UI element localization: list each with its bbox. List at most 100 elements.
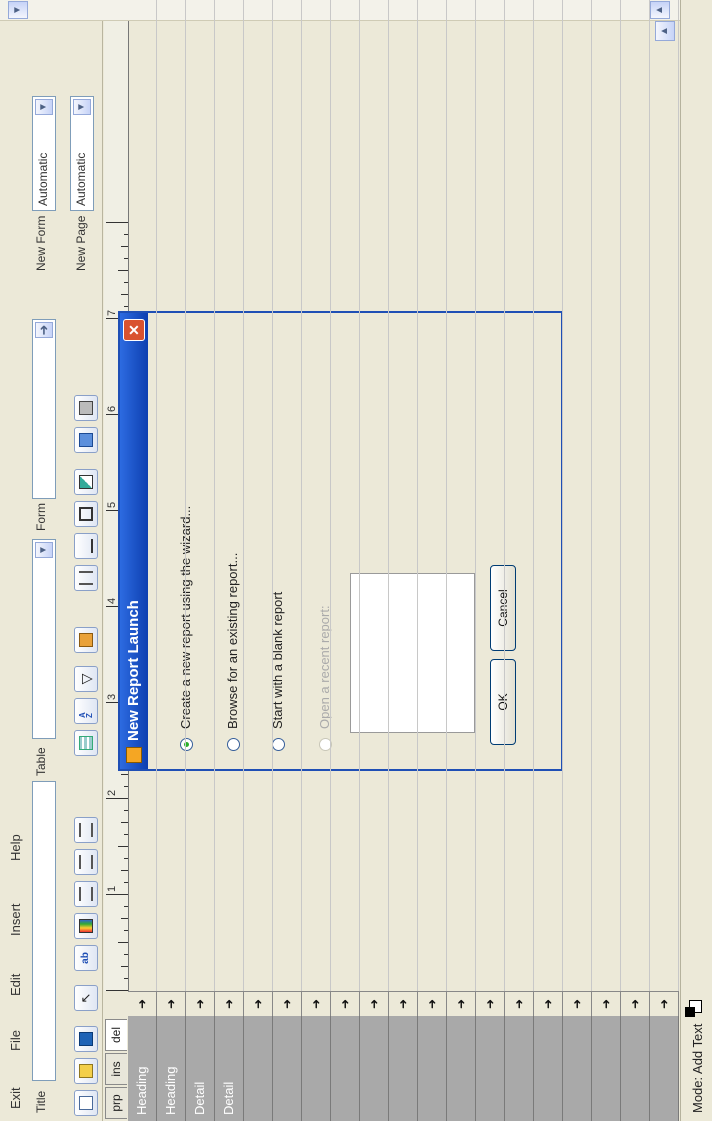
arrow-right-icon[interactable]: ➜	[35, 322, 53, 338]
box-tool-button[interactable]	[74, 501, 98, 527]
menu-insert[interactable]: Insert	[8, 903, 23, 936]
row-arrow-icon[interactable]: ➜	[157, 991, 186, 1016]
properties-button[interactable]	[74, 627, 98, 653]
row-arrow-icon[interactable]: ➜	[621, 991, 650, 1016]
row-arrow-icon[interactable]: ➜	[244, 991, 273, 1016]
row-arrow-icon[interactable]: ➜	[186, 991, 215, 1016]
ruler-tick	[121, 918, 128, 919]
row-arrow-icon[interactable]: ➜	[534, 991, 563, 1016]
text-tool-button[interactable]: ab	[74, 945, 98, 971]
align-icon	[79, 855, 93, 869]
section-cell[interactable]	[389, 1016, 418, 1121]
app-icon	[126, 747, 142, 763]
new-report-button[interactable]	[74, 1090, 98, 1116]
new-page-select[interactable]: Automatic ▼	[70, 96, 94, 211]
list-icon	[79, 571, 93, 585]
menu-file[interactable]: File	[8, 1030, 23, 1051]
tab-del[interactable]: del	[105, 1019, 127, 1051]
row-arrow-icon[interactable]: ➜	[215, 991, 244, 1016]
menu-exit[interactable]: Exit	[8, 1087, 23, 1109]
image-tool-button[interactable]	[74, 469, 98, 495]
section-cell[interactable]	[476, 1016, 505, 1121]
section-cell[interactable]	[360, 1016, 389, 1121]
section-cell[interactable]	[244, 1016, 273, 1121]
line-tool-button[interactable]	[74, 533, 98, 559]
row-arrow-icon[interactable]: ➜	[128, 991, 157, 1016]
form-select[interactable]: ➜	[32, 319, 56, 499]
scroll-down-icon[interactable]: ▼	[8, 1, 28, 19]
row-arrow-icon[interactable]: ➜	[447, 991, 476, 1016]
row-arrow-icon[interactable]: ➜	[418, 991, 447, 1016]
vertical-scrollbar[interactable]	[0, 0, 690, 21]
row-arrow-icon[interactable]: ➜	[331, 991, 360, 1016]
section-cell[interactable]	[447, 1016, 476, 1121]
ok-button[interactable]: OK	[490, 659, 516, 745]
band-line	[678, 0, 679, 991]
scroll-up-icon[interactable]: ▲	[650, 1, 670, 19]
section-cell[interactable]: Heading	[128, 1016, 157, 1121]
section-cell[interactable]	[273, 1016, 302, 1121]
open-button[interactable]	[74, 1058, 98, 1084]
row-arrow-icon[interactable]: ➜	[592, 991, 621, 1016]
screenshot-stage: Exit File Edit Insert Help Title Table ▼…	[0, 0, 712, 1121]
ruler-number: 1	[106, 885, 118, 892]
pointer-button[interactable]: ↖	[74, 985, 98, 1011]
sort-button[interactable]: AZ	[74, 698, 98, 724]
radio-blank-report[interactable]	[272, 738, 285, 751]
band-line	[301, 0, 302, 991]
ruler-number: 4	[106, 597, 118, 604]
align-left-button[interactable]	[74, 881, 98, 907]
section-cell[interactable]	[505, 1016, 534, 1121]
align-center-button[interactable]	[74, 849, 98, 875]
row-arrow-icon[interactable]: ➜	[302, 991, 331, 1016]
row-arrow-icon[interactable]: ➜	[563, 991, 592, 1016]
tab-ins[interactable]: ins	[105, 1053, 127, 1085]
cancel-button[interactable]: Cancel	[490, 565, 516, 651]
section-cell[interactable]	[592, 1016, 621, 1121]
title-input[interactable]	[32, 781, 56, 1081]
close-icon[interactable]: ✕	[123, 319, 145, 341]
row-arrow-icon[interactable]: ➜	[389, 991, 418, 1016]
foreground-color-swatch[interactable]	[685, 1007, 695, 1017]
preview-button[interactable]	[74, 427, 98, 453]
color-button[interactable]	[74, 913, 98, 939]
row-arrow-icon[interactable]: ➜	[505, 991, 534, 1016]
table-select[interactable]: ▼	[32, 539, 56, 739]
row-arrow-icon[interactable]: ➜	[273, 991, 302, 1016]
section-cell[interactable]	[331, 1016, 360, 1121]
recent-reports-list[interactable]	[350, 573, 475, 733]
radio-create-wizard[interactable]	[180, 738, 193, 751]
tab-prp[interactable]: prp	[105, 1087, 127, 1119]
chevron-down-icon[interactable]: ▼	[35, 99, 53, 115]
row-arrow-icon[interactable]: ➜	[476, 991, 505, 1016]
menu-edit[interactable]: Edit	[8, 974, 23, 996]
section-cell[interactable]	[534, 1016, 563, 1121]
new-form-select[interactable]: Automatic ▼	[32, 96, 56, 211]
section-cell[interactable]: Detail	[215, 1016, 244, 1121]
grid-button[interactable]	[74, 730, 98, 756]
section-cell[interactable]	[563, 1016, 592, 1121]
align-right-button[interactable]	[74, 817, 98, 843]
radio-browse-existing[interactable]	[227, 738, 240, 751]
ruler-tick	[124, 306, 128, 307]
section-cell[interactable]	[650, 1016, 679, 1121]
option-browse-existing[interactable]: Browse for an existing report...	[225, 553, 240, 729]
save-button[interactable]	[74, 1026, 98, 1052]
ruler-tick	[124, 978, 128, 979]
section-cell[interactable]: Detail	[186, 1016, 215, 1121]
ruler-tick	[124, 858, 128, 859]
list-button[interactable]	[74, 565, 98, 591]
section-cell[interactable]: Heading	[157, 1016, 186, 1121]
section-cell[interactable]	[418, 1016, 447, 1121]
row-arrow-icon[interactable]: ➜	[360, 991, 389, 1016]
filter-button[interactable]: ▽	[74, 666, 98, 692]
chevron-down-icon[interactable]: ▼	[73, 99, 91, 115]
scroll-up-icon[interactable]: ▲	[655, 21, 675, 41]
chevron-down-icon[interactable]: ▼	[35, 542, 53, 558]
section-cell[interactable]	[621, 1016, 650, 1121]
print-button[interactable]	[74, 395, 98, 421]
row-arrow-icon[interactable]: ➜	[650, 991, 679, 1016]
section-cell[interactable]	[302, 1016, 331, 1121]
ruler-tick	[124, 954, 128, 955]
menu-help[interactable]: Help	[8, 834, 23, 861]
